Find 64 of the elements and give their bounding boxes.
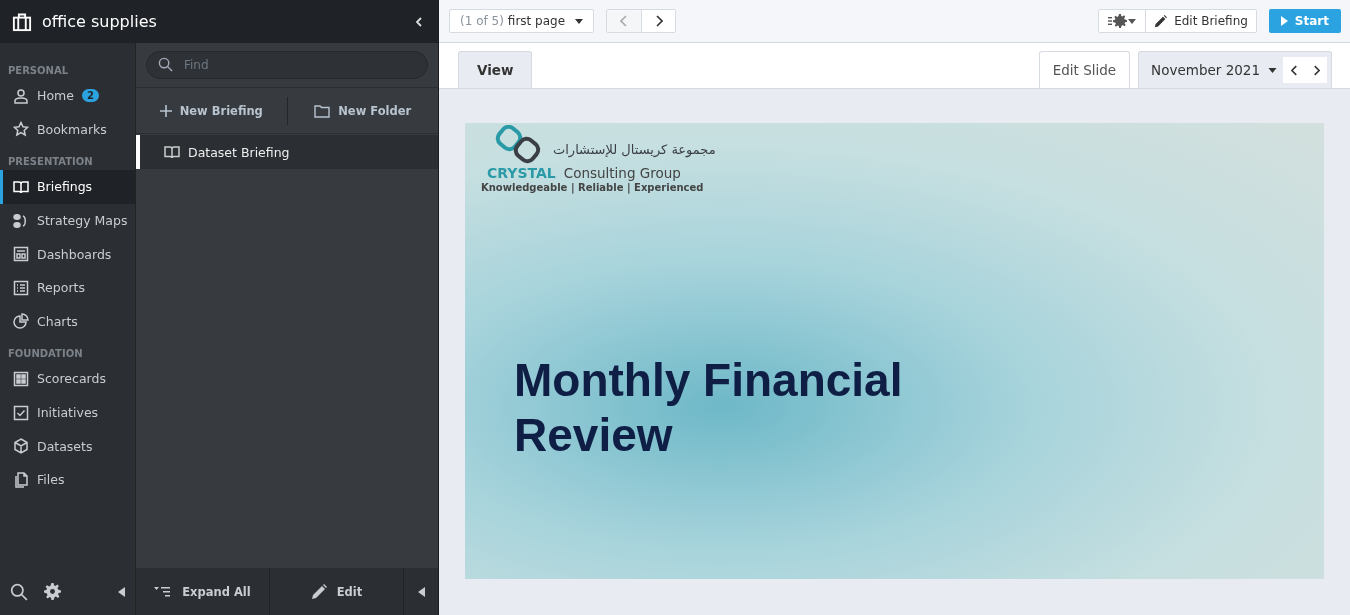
sidebar-item[interactable]: Initiatives xyxy=(0,395,135,430)
workspace-title: office supplies xyxy=(42,12,158,31)
star-icon xyxy=(13,121,29,138)
chevron-right-icon xyxy=(654,15,663,27)
sidebar-item[interactable]: Briefings xyxy=(0,170,135,204)
nodes-icon xyxy=(13,212,29,229)
book-icon xyxy=(13,179,29,195)
sidebar-item[interactable]: Home 2 xyxy=(0,79,135,113)
tab[interactable]: View xyxy=(458,51,533,88)
checkbox-icon xyxy=(13,404,29,421)
chevron-left-icon xyxy=(415,16,423,27)
pencil-icon xyxy=(1154,14,1168,28)
edit-button[interactable]: Edit xyxy=(270,568,404,615)
sidebar-item[interactable]: Files xyxy=(0,462,135,497)
search-button[interactable] xyxy=(10,582,28,601)
caret-icon xyxy=(575,18,584,24)
section-heading: FOUNDATION xyxy=(7,347,84,362)
section-heading: PRESENTATION xyxy=(7,155,94,170)
play-icon xyxy=(1280,16,1288,26)
briefcase-icon xyxy=(12,11,32,32)
plus-icon xyxy=(159,104,172,117)
person-icon xyxy=(13,87,29,104)
list-gear-icon xyxy=(1108,14,1137,28)
logo-brand-text: CRYSTAL xyxy=(487,165,556,181)
tagline: Knowledgeable | Reliable | Experienced xyxy=(481,182,705,193)
dashboard-icon xyxy=(13,246,29,263)
count-badge: 2 xyxy=(81,89,99,103)
logo-arabic-text: مجموعة كريستال للإستشارات xyxy=(553,142,716,157)
cube-icon xyxy=(13,438,29,455)
folder-icon xyxy=(314,103,331,118)
page-dropdown[interactable]: (1 of 5) first page xyxy=(449,9,595,33)
slide-title: Monthly Financial Review xyxy=(514,353,904,464)
sidebar-item[interactable]: Charts xyxy=(0,304,135,339)
tab[interactable]: Edit Slide xyxy=(1038,51,1131,88)
chevron-left-icon xyxy=(1290,64,1298,76)
sidebar-item[interactable]: Strategy Maps xyxy=(0,203,135,238)
briefing-item[interactable]: Dataset Briefing xyxy=(136,135,438,169)
triangle-left-icon xyxy=(118,586,125,597)
sidebar-item[interactable]: Bookmarks xyxy=(0,112,135,147)
pie-chart-icon xyxy=(13,313,29,330)
expand-all-button[interactable]: Expand All xyxy=(136,568,270,615)
new-folder-button[interactable]: New Folder xyxy=(287,96,438,125)
section-heading: PERSONAL xyxy=(7,64,70,78)
triangle-left-icon xyxy=(417,586,425,597)
chevron-left-icon xyxy=(620,15,629,27)
book-icon xyxy=(164,144,180,160)
grid-icon xyxy=(13,370,29,387)
expand-list-icon xyxy=(154,585,173,598)
sidebar-item[interactable]: Dashboards xyxy=(0,237,135,271)
chevron-right-icon xyxy=(1312,64,1320,76)
pencil-icon xyxy=(310,583,327,600)
files-icon xyxy=(13,471,29,488)
new-briefing-button[interactable]: New Briefing xyxy=(136,96,288,125)
collapse-sidebar-button[interactable] xyxy=(118,586,125,597)
list-icon xyxy=(13,279,29,296)
settings-button[interactable] xyxy=(44,583,61,600)
caret-icon xyxy=(1268,67,1277,73)
search-icon xyxy=(10,582,28,601)
settings-icon xyxy=(44,583,61,600)
search-field[interactable]: Find xyxy=(146,51,428,79)
sidebar-item[interactable]: Datasets xyxy=(0,429,135,463)
sidebar-item[interactable]: Reports xyxy=(0,270,135,305)
sidebar-item[interactable]: Scorecards xyxy=(0,362,135,396)
logo-name-text: Consulting Group xyxy=(563,165,681,181)
